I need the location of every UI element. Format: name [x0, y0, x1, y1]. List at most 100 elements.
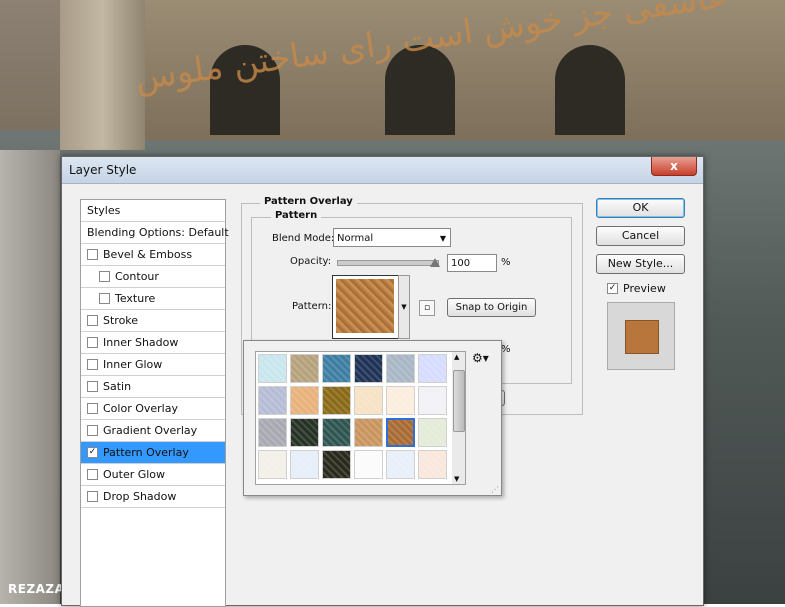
pattern-swatch-option[interactable] [290, 418, 319, 447]
style-item-label: Drop Shadow [103, 490, 177, 503]
pattern-grid [255, 351, 454, 485]
preview-thumbnail [607, 302, 675, 370]
pattern-group-title: Pattern [271, 210, 322, 221]
style-item-outer-glow[interactable]: Outer Glow [81, 464, 225, 486]
style-item-color-overlay[interactable]: Color Overlay [81, 398, 225, 420]
pattern-swatch-option[interactable] [258, 354, 287, 383]
gear-icon[interactable]: ⚙▾ [472, 351, 489, 365]
checkbox[interactable] [87, 248, 98, 260]
checkbox[interactable] [99, 292, 110, 304]
checkbox[interactable] [87, 358, 98, 370]
opacity-input[interactable]: 100 [447, 254, 497, 272]
opacity-slider-track[interactable] [337, 260, 439, 266]
opacity-percent: % [501, 257, 511, 268]
pattern-swatch-option[interactable] [354, 450, 383, 479]
style-item-inner-glow[interactable]: Inner Glow [81, 354, 225, 376]
style-item-label: Texture [115, 292, 156, 305]
style-item-blending-options-default[interactable]: Blending Options: Default [81, 222, 229, 244]
scale-percent: % [501, 344, 511, 355]
blend-mode-select[interactable]: Normal ▼ [333, 228, 451, 247]
style-item-inner-shadow[interactable]: Inner Shadow [81, 332, 225, 354]
checkbox[interactable] [87, 490, 98, 502]
checkbox[interactable] [87, 402, 98, 414]
pattern-label: Pattern: [292, 301, 332, 312]
pattern-swatch-option[interactable] [354, 418, 383, 447]
checkbox[interactable] [87, 468, 98, 480]
style-item-label: Stroke [103, 314, 139, 327]
pattern-swatch-option[interactable] [322, 418, 351, 447]
resize-grip-icon[interactable]: ⋰ [491, 485, 499, 494]
style-item-label: Inner Glow [103, 358, 163, 371]
pavement [0, 150, 60, 604]
dialog-titlebar[interactable]: Layer Style x [62, 157, 703, 184]
checkbox[interactable] [87, 336, 98, 348]
style-item-texture[interactable]: Texture [81, 288, 225, 310]
scrollbar-thumb[interactable] [453, 370, 465, 432]
pattern-swatch-option[interactable] [322, 354, 351, 383]
pattern-swatch-option[interactable] [290, 354, 319, 383]
pattern-picker-popup: ▲ ▼ ⚙▾ ⋰ [243, 340, 502, 496]
checkbox[interactable] [87, 314, 98, 326]
blend-mode-label: Blend Mode: [272, 233, 335, 244]
style-item-label: Pattern Overlay [103, 446, 189, 459]
style-item-contour[interactable]: Contour [81, 266, 225, 288]
chevron-down-icon: ▼ [439, 234, 446, 243]
checkbox[interactable] [87, 380, 98, 392]
pattern-swatch-option[interactable] [258, 450, 287, 479]
new-style-button[interactable]: New Style... [596, 254, 685, 274]
pattern-swatch-option[interactable] [386, 450, 415, 479]
styles-list: Styles Blending Options: Default Bevel & E… [80, 199, 229, 607]
style-item-stroke[interactable]: Stroke [81, 310, 225, 332]
preview-label: Preview [623, 282, 666, 295]
style-item-label: Gradient Overlay [103, 424, 198, 437]
checkbox[interactable]: ✓ [87, 446, 98, 458]
style-item-label: Satin [103, 380, 132, 393]
pattern-swatch-option[interactable] [418, 354, 447, 383]
style-item-label: Blending Options: Default [87, 226, 229, 239]
pattern-swatch-option[interactable] [322, 386, 351, 415]
close-button[interactable]: x [651, 157, 697, 176]
style-item-label: Inner Shadow [103, 336, 179, 349]
ok-button[interactable]: OK [596, 198, 685, 218]
snap-to-origin-button[interactable]: Snap to Origin [447, 298, 536, 317]
checkbox[interactable] [87, 424, 98, 436]
style-item-label: Color Overlay [103, 402, 178, 415]
style-item-label: Styles [87, 204, 121, 217]
opacity-slider-thumb[interactable] [430, 258, 440, 267]
pattern-swatch-option[interactable] [418, 450, 447, 479]
style-item-bevel-emboss[interactable]: Bevel & Emboss [81, 244, 225, 266]
style-item-gradient-overlay[interactable]: Gradient Overlay [81, 420, 225, 442]
pattern-swatch-option[interactable] [354, 386, 383, 415]
pattern-swatch-option[interactable] [290, 450, 319, 479]
style-item-label: Bevel & Emboss [103, 248, 193, 261]
preview-checkbox[interactable]: ✓ Preview [607, 282, 666, 295]
pattern-dropdown-arrow[interactable]: ▼ [398, 275, 410, 339]
layer-style-dialog: Layer Style x Styles Blending Options: De… [61, 156, 704, 607]
blend-mode-value: Normal [337, 233, 374, 244]
style-item-drop-shadow[interactable]: Drop Shadow [81, 486, 225, 508]
pattern-swatch-option[interactable] [386, 386, 415, 415]
style-item-satin[interactable]: Satin [81, 376, 225, 398]
preview-check[interactable]: ✓ [607, 282, 618, 294]
pattern-swatch-option[interactable] [322, 450, 351, 479]
new-preset-icon[interactable]: ▫ [419, 300, 435, 316]
scroll-up-icon[interactable]: ▲ [454, 353, 459, 361]
pattern-swatch-option[interactable] [386, 354, 415, 383]
pattern-swatch-option[interactable] [386, 418, 415, 447]
style-item-label: Contour [115, 270, 159, 283]
style-item-pattern-overlay[interactable]: ✓ Pattern Overlay [81, 442, 225, 464]
section-title: Pattern Overlay [260, 196, 357, 207]
pattern-swatch-option[interactable] [290, 386, 319, 415]
pattern-swatch-option[interactable] [258, 418, 287, 447]
opacity-label: Opacity: [290, 256, 332, 267]
pattern-swatch[interactable] [332, 275, 400, 339]
pattern-scrollbar[interactable]: ▲ ▼ [452, 351, 466, 485]
pattern-swatch-option[interactable] [258, 386, 287, 415]
style-item-styles[interactable]: Styles [81, 200, 225, 222]
pattern-swatch-option[interactable] [418, 386, 447, 415]
pattern-swatch-option[interactable] [418, 418, 447, 447]
cancel-button[interactable]: Cancel [596, 226, 685, 246]
pattern-swatch-option[interactable] [354, 354, 383, 383]
scroll-down-icon[interactable]: ▼ [454, 475, 459, 483]
checkbox[interactable] [99, 270, 110, 282]
